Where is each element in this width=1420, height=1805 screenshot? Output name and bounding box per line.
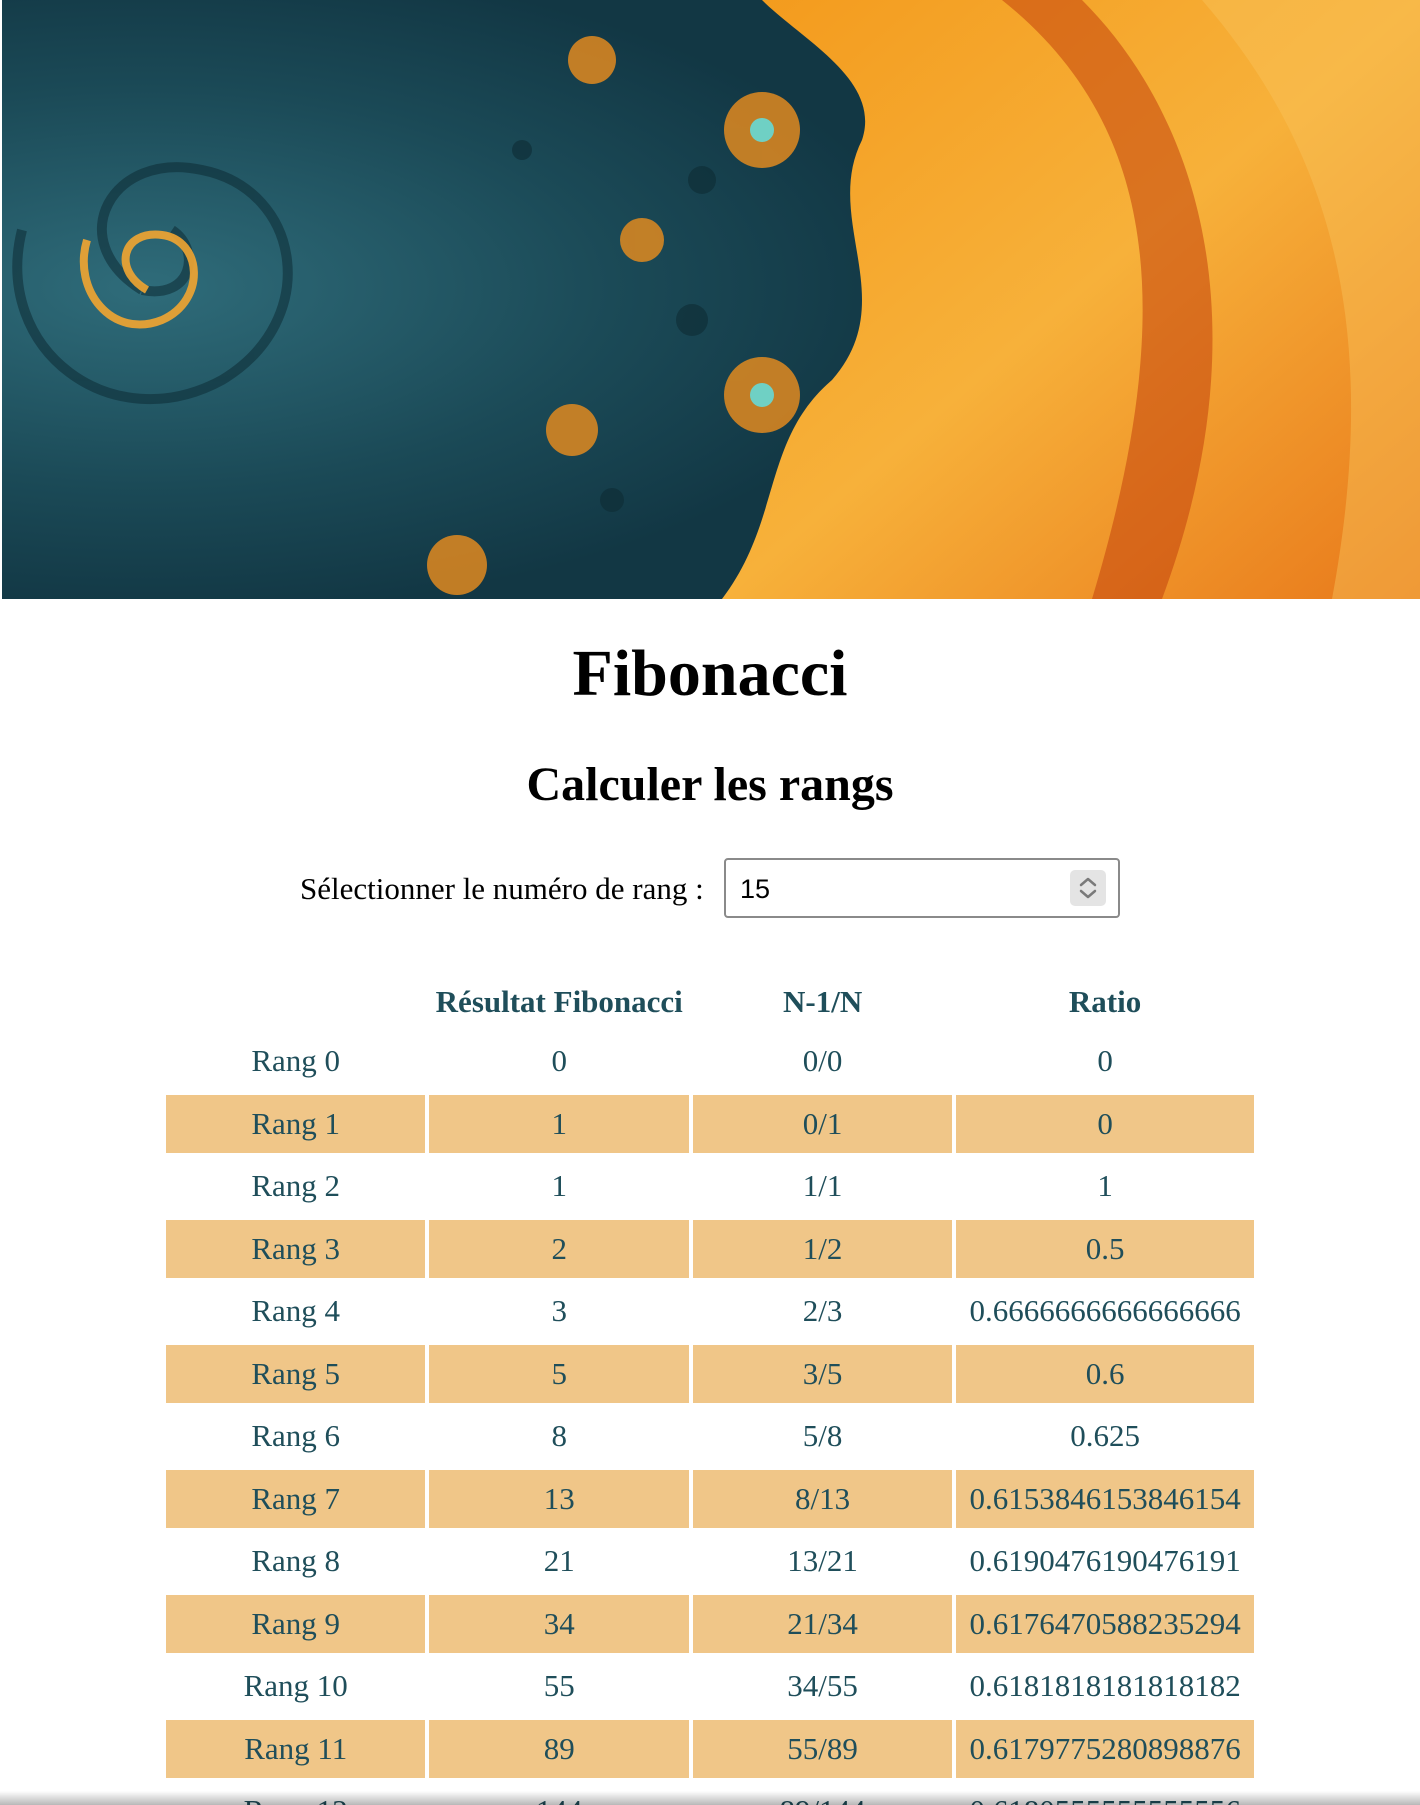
column-header-rank [166, 976, 425, 1028]
cell-rank: Rang 2 [251, 1168, 341, 1204]
cell-rank: Rang 11 [166, 1719, 426, 1778]
cell-rank: Rang 1 [166, 1094, 426, 1153]
cell-ratio: 0.6666666666666666 [969, 1293, 1241, 1329]
cell-rank: Rang 9 [166, 1594, 426, 1653]
cell-fraction: 55/89 [693, 1719, 953, 1778]
cell-fibonacci-result: 3 [551, 1293, 567, 1329]
cell-fibonacci-result: 2 [429, 1219, 690, 1278]
cell-rank: Rang 10 [243, 1668, 348, 1704]
cell-fraction: 3/5 [693, 1344, 953, 1403]
hero-fractal-image [2, 0, 1420, 599]
cell-fibonacci-result: 13 [429, 1469, 690, 1528]
cell-fibonacci-result: 1 [551, 1168, 567, 1204]
cell-rank: Rang 3 [166, 1219, 426, 1278]
table-row: Rang 4 3 2/3 0.6666666666666666 [166, 1282, 1254, 1341]
cell-rank: Rang 4 [251, 1293, 341, 1329]
cell-ratio: 0 [956, 1094, 1254, 1153]
cell-ratio: 1 [1097, 1168, 1113, 1204]
fractal-image [2, 0, 1420, 599]
cell-fraction: 13/21 [787, 1543, 858, 1579]
table-header-row: Résultat Fibonacci N-1/N Ratio [166, 976, 1254, 1028]
cell-fraction: 0/1 [693, 1094, 953, 1153]
cell-rank: Rang 5 [166, 1344, 426, 1403]
cell-rank: Rang 7 [166, 1469, 426, 1528]
cell-fibonacci-result: 8 [551, 1418, 567, 1454]
column-header-fraction: N-1/N [783, 984, 863, 1019]
cell-fibonacci-result: 55 [543, 1668, 575, 1704]
table-row: Rang 8 21 13/21 0.6190476190476191 [166, 1532, 1254, 1591]
table-row: Rang 2 1 1/1 1 [166, 1157, 1254, 1216]
cell-rank: Rang 0 [251, 1043, 341, 1079]
rank-number-value: 15 [740, 874, 771, 904]
fibonacci-table-body: Rang 0 0 0/0 0 Rang 1 1 0/1 0 Rang 2 1 1/1 1 Rang 32… [166, 1032, 1254, 1805]
page-title: Fibonacci [572, 637, 848, 710]
cell-fraction: 5/8 [802, 1418, 843, 1454]
rank-selector-row: Sélectionner le numéro de rang : 15 [0, 858, 1420, 920]
cell-fibonacci-result: 5 [429, 1344, 690, 1403]
cell-fibonacci-result: 1 [429, 1094, 690, 1153]
cell-fibonacci-result: 34 [429, 1594, 690, 1653]
cell-fraction: 2/3 [802, 1293, 843, 1329]
cell-ratio: 0.5 [956, 1219, 1254, 1278]
stepper-arrows-icon[interactable] [1070, 870, 1106, 906]
table-row: Rang 7 13 8/13 0.6153846153846154 [166, 1469, 1254, 1528]
cell-ratio: 0.6190476190476191 [969, 1543, 1241, 1579]
cell-fraction: 8/13 [693, 1469, 953, 1528]
cell-rank: Rang 8 [251, 1543, 341, 1579]
cell-ratio: 0.6179775280898876 [956, 1719, 1254, 1778]
cell-ratio: 0.6153846153846154 [956, 1469, 1254, 1528]
cell-fraction: 1/2 [693, 1219, 953, 1278]
column-header-fibonacci-result: Résultat Fibonacci [435, 984, 683, 1019]
cell-fraction: 1/1 [802, 1168, 843, 1204]
cell-fibonacci-result: 21 [543, 1543, 575, 1579]
cell-fraction: 34/55 [787, 1668, 858, 1704]
cell-ratio: 0.6176470588235294 [956, 1594, 1254, 1653]
cell-rank: Rang 6 [251, 1418, 341, 1454]
cell-fibonacci-result: 89 [429, 1719, 690, 1778]
table-row: Rang 1 1 0/1 0 [166, 1094, 1254, 1153]
table-row: Rang 9 34 21/34 0.6176470588235294 [166, 1594, 1254, 1653]
table-row: Rang 11 89 55/89 0.6179775280898876 [166, 1719, 1254, 1778]
table-row: Rang 3 2 1/2 0.5 [166, 1219, 1254, 1278]
window-bottom-edge [0, 1791, 1420, 1805]
column-header-ratio: Ratio [1068, 984, 1142, 1019]
cell-ratio: 0.6181818181818182 [969, 1668, 1241, 1704]
cell-ratio: 0.625 [1070, 1418, 1140, 1454]
cell-fraction: 0/0 [802, 1043, 843, 1079]
cell-fibonacci-result: 0 [551, 1043, 567, 1079]
table-row: Rang 0 0 0/0 0 [166, 1032, 1254, 1091]
rank-selector-label: Sélectionner le numéro de rang : [300, 871, 704, 906]
table-row: Rang 5 5 3/5 0.6 [166, 1344, 1254, 1403]
table-row: Rang 10 55 34/55 0.6181818181818182 [166, 1657, 1254, 1716]
section-title: Calculer les rangs [526, 758, 894, 811]
fibonacci-table: Résultat Fibonacci N-1/N Ratio Rang 0 0 0/… [162, 972, 1258, 1805]
cell-ratio: 0.6 [956, 1344, 1254, 1403]
cell-fraction: 21/34 [693, 1594, 953, 1653]
rank-number-input[interactable]: 15 [724, 858, 1120, 918]
table-row: Rang 6 8 5/8 0.625 [166, 1407, 1254, 1466]
cell-ratio: 0 [1097, 1043, 1113, 1079]
